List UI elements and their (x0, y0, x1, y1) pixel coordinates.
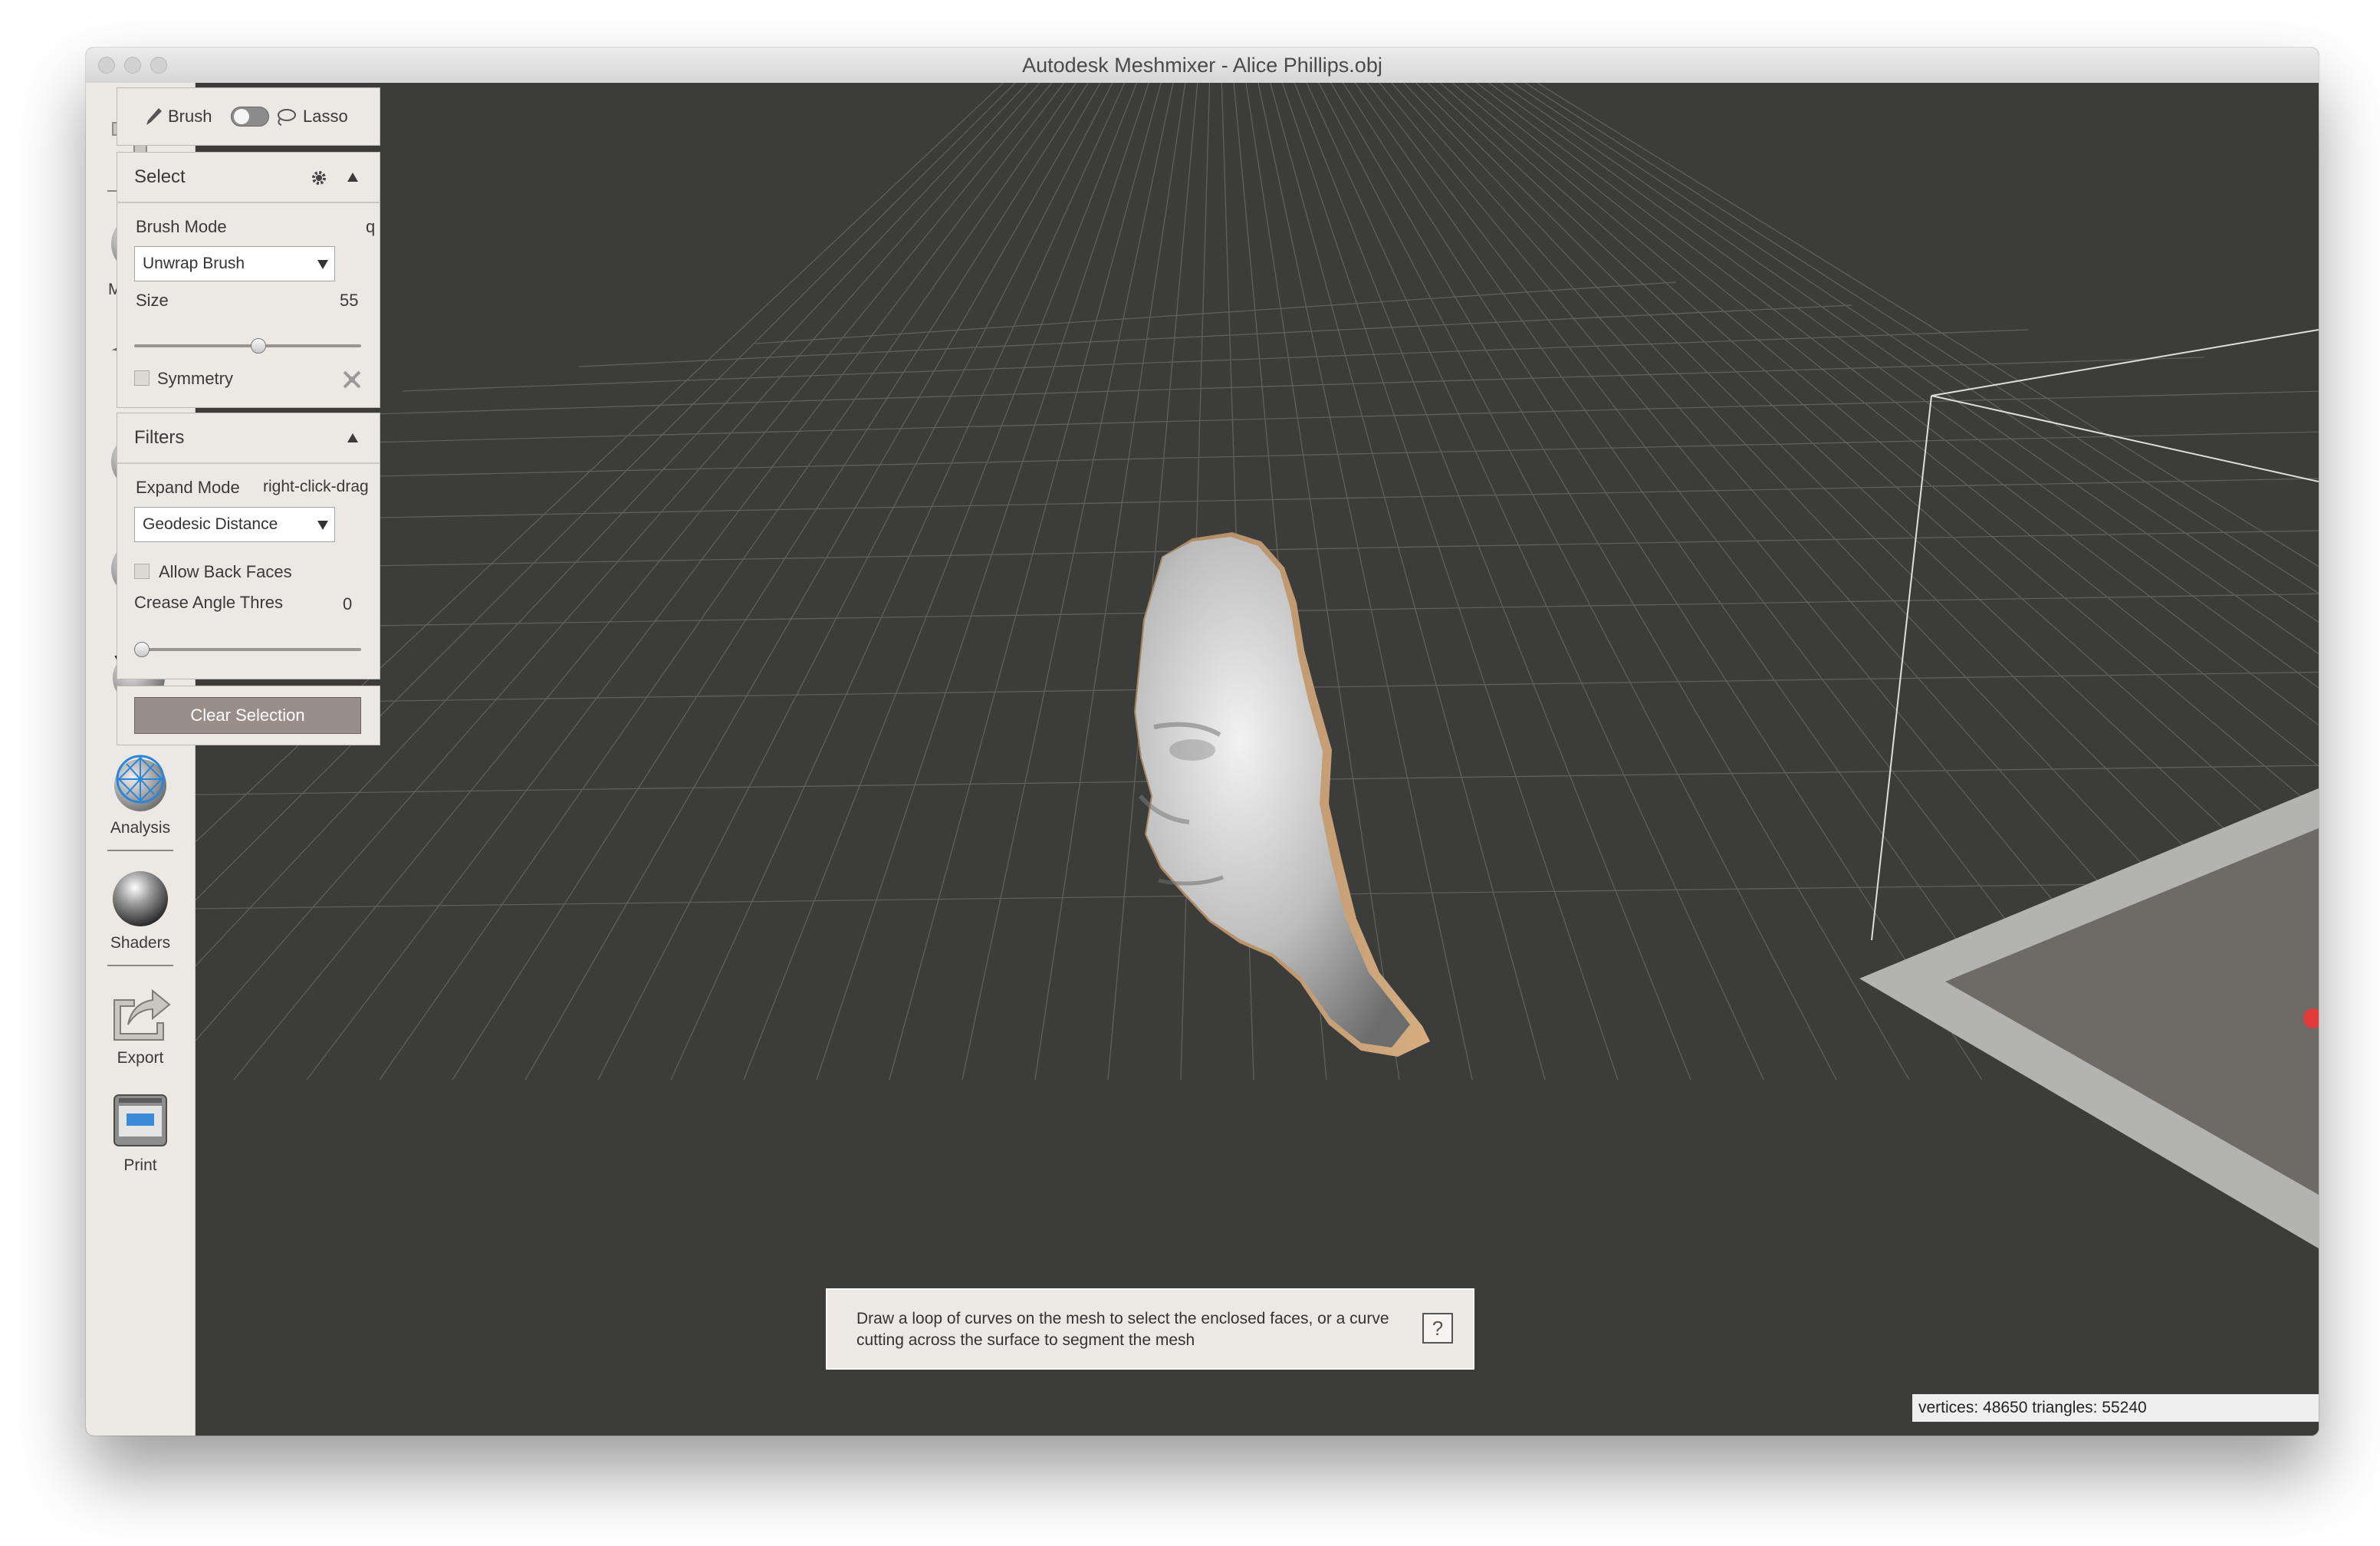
brush-mode-dropdown[interactable]: Unwrap Brush (134, 246, 335, 281)
export-icon (113, 988, 171, 1041)
grid-line (306, 83, 1065, 1081)
size-slider-knob[interactable] (250, 338, 266, 354)
grid-line (379, 83, 1077, 1081)
hint-text-line-1: Draw a loop of curves on the mesh to sel… (856, 1310, 1389, 1327)
grid-line (578, 304, 1852, 367)
mesh-stats-text: vertices: 48650 triangles: 55240 (1918, 1399, 2147, 1416)
expand-mode-hint: right-click-drag (263, 478, 369, 495)
gear-icon[interactable] (311, 169, 327, 186)
crease-angle-value: 0 (343, 594, 353, 613)
toolbar-divider (107, 850, 173, 851)
crease-angle-label: Crease Angle Thres (134, 593, 284, 612)
select-panel: Select Brush Mode q Unwrap Brush Size 55… (117, 152, 380, 408)
filters-panel-header[interactable]: Filters (117, 413, 380, 464)
toolbar-item-export[interactable]: Export (86, 969, 195, 1077)
brush-mode-label: Brush Mode (136, 217, 227, 236)
size-label: Size (136, 291, 169, 310)
meshmixer-window: Autodesk Meshmixer - Alice Phillips.obj (86, 48, 2319, 1436)
filters-panel: Filters Expand Mode right-click-drag Geo… (117, 413, 380, 679)
build-plate (1859, 788, 2319, 1248)
grid-line (196, 478, 2319, 522)
lasso-icon (278, 109, 296, 126)
brush-lasso-toggle[interactable] (231, 107, 269, 127)
collapse-select-panel-icon[interactable] (347, 173, 358, 182)
toolbar-item-analysis[interactable]: Analysis (86, 739, 195, 847)
symmetry-checkbox[interactable] (134, 370, 150, 386)
3d-viewport[interactable] (196, 83, 2319, 1436)
toolbar-item-shaders[interactable]: Shaders (86, 854, 195, 962)
crease-angle-slider-track[interactable] (134, 648, 361, 651)
shaders-sphere-icon (113, 871, 168, 926)
allow-back-faces-label: Allow Back Faces (159, 562, 292, 581)
mesh-stats: vertices: 48650 triangles: 55240 (1912, 1394, 2319, 1422)
toolbar-divider (107, 965, 173, 966)
symmetry-tool-icon[interactable] (341, 369, 363, 390)
chevron-down-icon (317, 521, 328, 530)
grid-line (597, 83, 1113, 1081)
toolbar-label: Shaders (110, 934, 171, 952)
lasso-mode-label[interactable]: Lasso (303, 107, 348, 127)
grid-line (743, 83, 1138, 1081)
brush-icon (146, 108, 162, 125)
expand-mode-value: Geodesic Distance (143, 515, 278, 533)
chevron-down-icon (317, 260, 328, 269)
grid-line (196, 431, 2319, 482)
print-icon (113, 1094, 167, 1146)
crease-angle-slider-knob[interactable] (134, 642, 150, 657)
hint-text-line-2: cutting across the surface to segment th… (856, 1331, 1195, 1349)
toolbar-label: Analysis (110, 819, 171, 837)
collapse-filters-panel-icon[interactable] (347, 433, 358, 442)
face-mesh-model (1134, 532, 1430, 1057)
grid-line (452, 83, 1089, 1081)
hint-box: Draw a loop of curves on the mesh to sel… (826, 1288, 1474, 1370)
toolbar-label: Print (123, 1156, 157, 1174)
grid-line (402, 329, 2029, 392)
help-button[interactable]: ? (1422, 1313, 1453, 1344)
size-value: 55 (340, 291, 359, 310)
expand-mode-label: Expand Mode (136, 478, 240, 497)
analysis-icon (114, 755, 166, 811)
toggle-knob (234, 109, 249, 124)
symmetry-label: Symmetry (157, 369, 233, 388)
brush-mode-label[interactable]: Brush (168, 107, 212, 127)
actions-panel: Clear Selection (117, 686, 380, 745)
select-panel-title: Select (134, 166, 186, 187)
brush-mode-value: Unwrap Brush (143, 255, 245, 272)
size-slider-track[interactable] (134, 344, 361, 347)
grid-line (670, 83, 1126, 1081)
grid-line (754, 281, 1676, 344)
expand-mode-dropdown[interactable]: Geodesic Distance (134, 507, 335, 542)
title-bar: Autodesk Meshmixer - Alice Phillips.obj (86, 48, 2319, 84)
grid-line (524, 83, 1101, 1081)
toolbar-label: Export (117, 1049, 164, 1067)
brush-mode-hotkey: q (366, 217, 376, 236)
window-title: Autodesk Meshmixer - Alice Phillips.obj (1022, 54, 1382, 77)
select-panel-header[interactable]: Select (117, 153, 380, 203)
allow-back-faces-checkbox[interactable] (134, 564, 150, 579)
toolbar-item-print[interactable]: Print (86, 1077, 195, 1184)
selection-mode-panel: Brush Lasso (117, 87, 380, 146)
clear-selection-button[interactable]: Clear Selection (134, 697, 361, 734)
grid-line (196, 390, 2319, 448)
filters-panel-title: Filters (134, 427, 185, 448)
